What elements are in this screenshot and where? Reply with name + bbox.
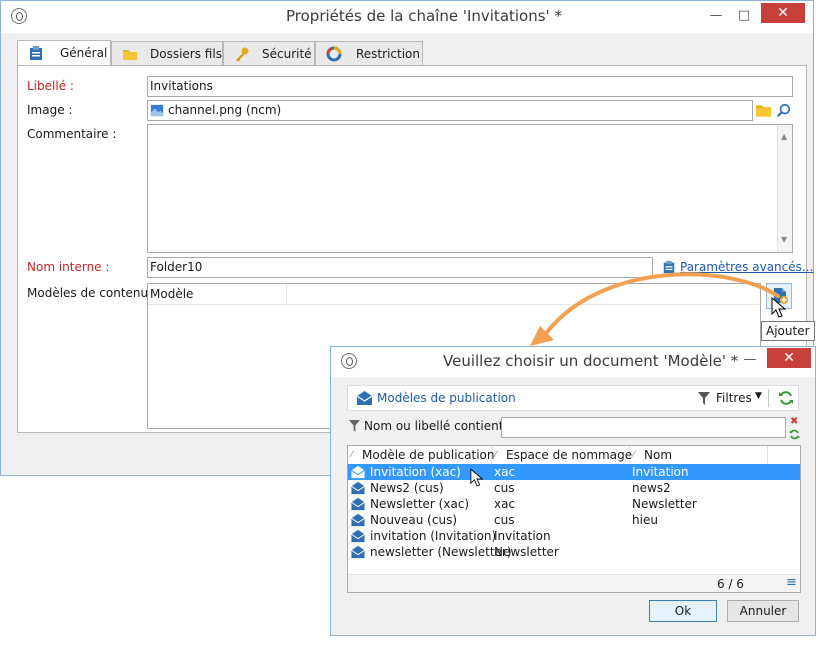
window-title: Propriétés de la chaîne 'Invitations' * bbox=[286, 7, 562, 25]
label-field-label: Libellé : bbox=[27, 79, 74, 93]
cell-namespace: Invitation bbox=[494, 529, 551, 543]
filter-icon bbox=[698, 392, 710, 405]
tab-restriction[interactable]: Restriction bbox=[315, 41, 423, 65]
chevron-down-icon[interactable]: ▼ bbox=[755, 391, 762, 401]
clear-search-icon[interactable]: ✖ bbox=[790, 416, 798, 427]
close-button[interactable]: ✕ bbox=[761, 3, 805, 23]
table-row[interactable]: newsletter (Newsletter) Newsletter bbox=[348, 544, 800, 560]
table-row[interactable]: Newsletter (xac) xac Newsletter bbox=[348, 496, 800, 512]
publication-model-icon bbox=[351, 497, 365, 511]
comment-textarea[interactable]: ▲ ▼ bbox=[147, 124, 793, 253]
folder-icon[interactable] bbox=[756, 103, 771, 117]
comment-field-label: Commentaire : bbox=[27, 127, 117, 141]
cell-model: Invitation (xac) bbox=[370, 465, 461, 479]
publication-model-icon bbox=[351, 513, 365, 527]
cell-namespace: Newsletter bbox=[494, 545, 559, 559]
app-icon bbox=[341, 353, 357, 369]
list-menu-icon[interactable]: ≡ bbox=[786, 575, 797, 590]
record-count: 6 / 6 bbox=[717, 577, 744, 591]
comment-scrollbar[interactable]: ▲ ▼ bbox=[777, 125, 792, 252]
cell-name: news2 bbox=[632, 481, 671, 495]
content-models-label: Modèles de contenu : bbox=[27, 286, 156, 300]
cell-model: newsletter (Newsletter) bbox=[370, 545, 512, 559]
table-row[interactable]: Invitation (xac) xac Invitation bbox=[348, 464, 800, 480]
column-header-model: Modèle bbox=[150, 287, 194, 301]
dialog-title-bar[interactable]: Veuillez choisir un document 'Modèle' * … bbox=[331, 347, 815, 377]
cell-namespace: cus bbox=[494, 513, 515, 527]
cell-model: invitation (Invitation) bbox=[370, 529, 497, 543]
filter-icon bbox=[349, 420, 360, 432]
refresh-icon[interactable] bbox=[778, 390, 794, 406]
folder-icon bbox=[123, 50, 137, 60]
cancel-button[interactable]: Annuler bbox=[727, 600, 799, 622]
cell-model: Newsletter (xac) bbox=[370, 497, 470, 511]
clipboard-icon bbox=[30, 46, 42, 60]
folder-selector[interactable]: Modèles de publication bbox=[377, 391, 516, 405]
dialog-title: Veuillez choisir un document 'Modèle' * bbox=[443, 352, 739, 370]
table-row[interactable]: Nouveau (cus) cus hieu bbox=[348, 512, 800, 528]
search-input[interactable] bbox=[501, 417, 786, 438]
restriction-icon bbox=[326, 46, 342, 62]
mouse-cursor-icon bbox=[470, 468, 484, 487]
filters-button[interactable]: Filtres bbox=[716, 391, 752, 405]
results-grid[interactable]: ⁄ Modèle de publication ⁄ Espace de nomm… bbox=[347, 445, 801, 593]
refresh-icon[interactable] bbox=[789, 429, 800, 440]
app-icon bbox=[11, 8, 27, 24]
cell-name: Newsletter bbox=[632, 497, 697, 511]
cell-namespace: xac bbox=[494, 497, 516, 511]
dialog-toolbar: Modèles de publication Filtres ▼ bbox=[347, 385, 799, 411]
cell-model: News2 (cus) bbox=[370, 481, 444, 495]
minimize-icon[interactable]: — bbox=[701, 5, 731, 27]
tab-security[interactable]: Sécurité bbox=[223, 41, 315, 65]
key-icon bbox=[236, 47, 249, 62]
label-input[interactable]: Invitations bbox=[147, 76, 793, 97]
grid-footer: 6 / 6 ≡ bbox=[348, 574, 800, 592]
tab-subfolders[interactable]: Dossiers fils bbox=[111, 41, 223, 65]
publication-model-icon bbox=[351, 465, 365, 479]
choose-document-dialog: Veuillez choisir un document 'Modèle' * … bbox=[330, 346, 816, 636]
internal-name-label: Nom interne : bbox=[27, 260, 110, 274]
column-header-model[interactable]: ⁄ Modèle de publication bbox=[348, 446, 495, 464]
publication-model-icon bbox=[351, 529, 365, 543]
column-header-namespace[interactable]: ⁄ Espace de nommage bbox=[492, 446, 632, 464]
tab-general[interactable]: Général bbox=[17, 40, 111, 66]
title-bar[interactable]: Propriétés de la chaîne 'Invitations' * … bbox=[1, 1, 813, 33]
table-row[interactable]: News2 (cus) cus news2 bbox=[348, 480, 800, 496]
publication-model-icon bbox=[351, 481, 365, 495]
maximize-icon[interactable]: □ bbox=[729, 5, 759, 27]
dialog-close-button[interactable]: ✕ bbox=[767, 348, 811, 368]
image-field-label: Image : bbox=[27, 103, 73, 117]
cell-name: Invitation bbox=[632, 465, 689, 479]
publication-models-icon bbox=[356, 391, 373, 405]
image-file-icon bbox=[150, 104, 164, 117]
column-header-name[interactable]: ⁄ Nom bbox=[630, 446, 768, 464]
publication-model-icon bbox=[351, 545, 365, 559]
cell-model: Nouveau (cus) bbox=[370, 513, 457, 527]
table-row[interactable]: invitation (Invitation) Invitation bbox=[348, 528, 800, 544]
cell-name: hieu bbox=[632, 513, 658, 527]
cell-namespace: xac bbox=[494, 465, 516, 479]
search-label: Nom ou libellé contient : bbox=[364, 419, 512, 433]
grid-header: ⁄ Modèle de publication ⁄ Espace de nomm… bbox=[348, 446, 800, 465]
image-input[interactable]: channel.png (ncm) bbox=[147, 100, 753, 121]
cell-namespace: cus bbox=[494, 481, 515, 495]
ok-button[interactable]: Ok bbox=[649, 600, 717, 622]
minimize-icon[interactable]: — bbox=[735, 349, 765, 371]
search-icon[interactable] bbox=[777, 103, 791, 117]
image-value: channel.png (ncm) bbox=[168, 103, 282, 117]
